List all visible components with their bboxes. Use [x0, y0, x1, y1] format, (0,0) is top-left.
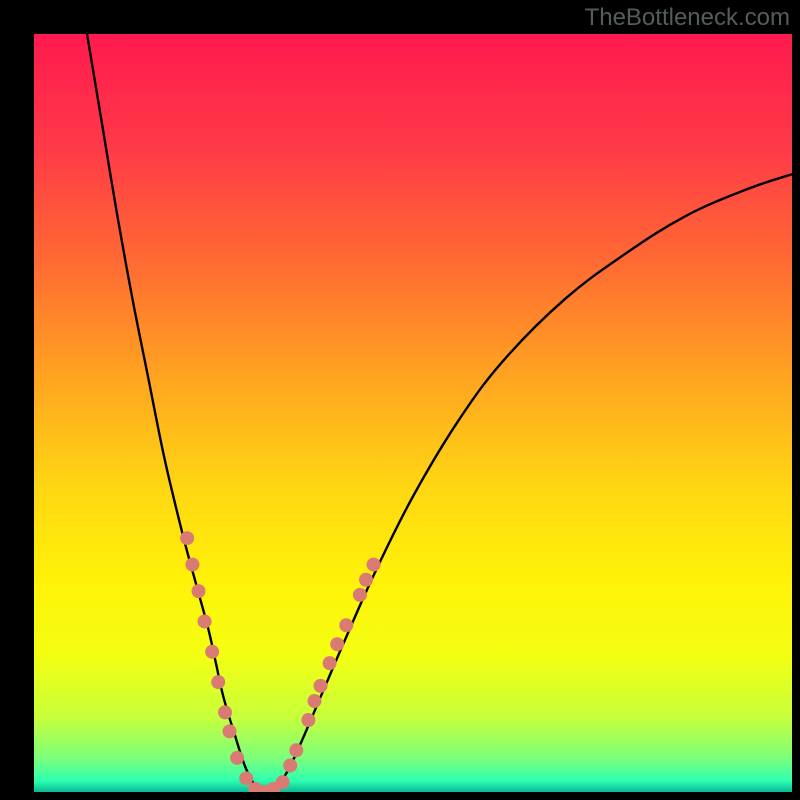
data-marker — [211, 675, 225, 689]
data-marker — [339, 618, 353, 632]
data-marker — [314, 679, 328, 693]
data-marker — [359, 573, 373, 587]
data-marker — [191, 584, 205, 598]
data-marker — [301, 713, 315, 727]
data-marker — [276, 775, 290, 789]
marker-group — [180, 531, 380, 792]
data-marker — [180, 531, 194, 545]
bottleneck-curve — [87, 34, 792, 792]
data-marker — [330, 637, 344, 651]
data-marker — [223, 724, 237, 738]
data-marker — [230, 751, 244, 765]
data-marker — [283, 758, 297, 772]
data-marker — [289, 743, 303, 757]
data-marker — [307, 694, 321, 708]
data-marker — [367, 558, 381, 572]
data-marker — [218, 705, 232, 719]
plot-area — [34, 34, 792, 792]
data-marker — [353, 588, 367, 602]
data-marker — [185, 558, 199, 572]
data-marker — [239, 771, 253, 785]
data-marker — [323, 656, 337, 670]
curve-layer — [34, 34, 792, 792]
watermark-text: TheBottleneck.com — [585, 4, 790, 32]
data-marker — [198, 614, 212, 628]
data-marker — [205, 645, 219, 659]
chart-stage: TheBottleneck.com — [0, 0, 800, 800]
